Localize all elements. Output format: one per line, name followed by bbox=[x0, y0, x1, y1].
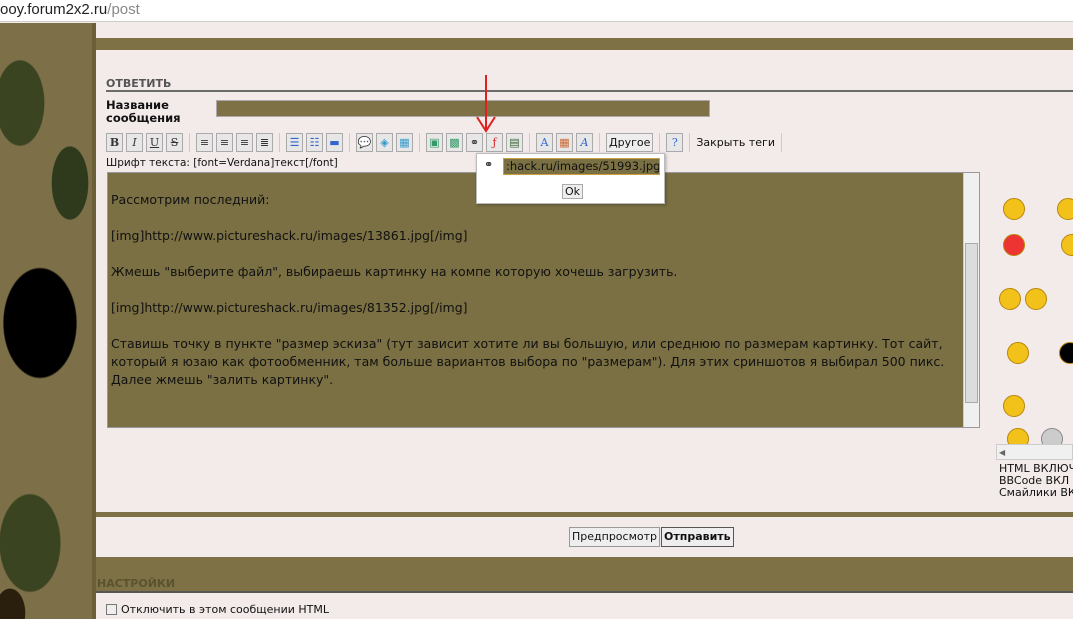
disable-html-label: Отключить в этом сообщении HTML bbox=[121, 603, 330, 616]
quote-icon[interactable]: 💬 bbox=[356, 133, 373, 152]
separator bbox=[419, 133, 420, 152]
divider bbox=[106, 90, 1073, 92]
numbered-list-button[interactable]: ☷ bbox=[306, 133, 323, 152]
smiley-nurse-icon[interactable] bbox=[1003, 198, 1025, 220]
title-label: Название сообщения bbox=[106, 99, 181, 125]
panel-border bbox=[92, 23, 96, 619]
hr-button[interactable]: ▬ bbox=[326, 133, 343, 152]
upload-image-icon[interactable]: ▣ bbox=[426, 133, 443, 152]
red-arrow-annotation bbox=[476, 75, 496, 133]
separator bbox=[189, 133, 190, 152]
smilies-panel bbox=[995, 190, 1073, 450]
bold-button[interactable]: B bbox=[106, 133, 123, 152]
divider-band bbox=[96, 512, 1073, 517]
code-icon[interactable]: ◈ bbox=[376, 133, 393, 152]
url-path: /post bbox=[107, 1, 140, 18]
title-input[interactable] bbox=[216, 100, 710, 117]
status-info: HTML ВКЛЮЧ BBCode ВКЛ Смайлики ВК bbox=[999, 463, 1073, 499]
disable-html-option[interactable]: Отключить в этом сообщении HTML bbox=[106, 603, 329, 616]
address-bar[interactable]: ooy.forum2x2.ru/post bbox=[0, 0, 1073, 22]
align-center-button[interactable]: ≡ bbox=[216, 133, 233, 152]
ok-button[interactable]: Ok bbox=[562, 184, 584, 199]
scroll-left-icon[interactable]: ◀ bbox=[997, 448, 1005, 457]
editor-line: Ставишь точку в пункте "размер эскиза" (… bbox=[111, 336, 945, 387]
smiley-pair-icon[interactable] bbox=[999, 288, 1021, 310]
title-label-line2: сообщения bbox=[106, 111, 181, 125]
smiley-jester-icon[interactable] bbox=[1003, 234, 1025, 256]
header-band bbox=[96, 38, 1073, 50]
submit-button[interactable]: Отправить bbox=[661, 527, 734, 547]
other-button[interactable]: Другое bbox=[606, 133, 654, 152]
image-url-input[interactable]: :hack.ru/images/51993.jpg bbox=[503, 158, 660, 175]
reply-section-title: ОТВЕТИТЬ bbox=[106, 77, 172, 90]
settings-band bbox=[96, 557, 1073, 592]
separator bbox=[529, 133, 530, 152]
checkbox[interactable] bbox=[106, 604, 117, 615]
divider bbox=[96, 591, 1073, 593]
help-icon[interactable]: ? bbox=[666, 133, 684, 152]
separator bbox=[689, 133, 691, 152]
editor-line: Жмешь "выберите файл", выбираешь картинк… bbox=[111, 264, 678, 279]
smilies-status: Смайлики ВК bbox=[999, 486, 1073, 499]
smiley-icon[interactable] bbox=[1061, 234, 1073, 256]
font-size-icon[interactable]: A bbox=[536, 133, 553, 152]
align-left-button[interactable]: ≡ bbox=[196, 133, 213, 152]
image-url-popup: ⚭ :hack.ru/images/51993.jpg Ok bbox=[476, 153, 665, 204]
preview-button[interactable]: Предпросмотр bbox=[569, 527, 660, 547]
italic-button[interactable]: I bbox=[126, 133, 143, 152]
link-icon: ⚭ bbox=[484, 158, 494, 171]
separator bbox=[599, 133, 600, 152]
url-host: ooy.forum2x2.ru bbox=[0, 1, 108, 18]
flash-icon[interactable]: ƒ bbox=[486, 133, 503, 152]
scrollbar-thumb[interactable] bbox=[965, 243, 978, 403]
separator bbox=[279, 133, 280, 152]
color-icon[interactable]: ▦ bbox=[556, 133, 573, 152]
settings-section-title: НАСТРОЙКИ bbox=[97, 577, 176, 590]
textarea-scrollbar[interactable] bbox=[963, 173, 979, 427]
image-icon[interactable]: ▩ bbox=[446, 133, 463, 152]
smiley-icon[interactable] bbox=[1059, 342, 1073, 364]
underline-button[interactable]: U bbox=[146, 133, 163, 152]
separator bbox=[659, 133, 661, 152]
align-right-button[interactable]: ≡ bbox=[236, 133, 253, 152]
smiley-pirate-icon[interactable] bbox=[1003, 395, 1025, 417]
smiley-pair-icon[interactable] bbox=[1025, 288, 1047, 310]
editor-line: [img]http://www.pictureshack.ru/images/8… bbox=[111, 300, 468, 315]
table-icon[interactable]: ▦ bbox=[396, 133, 413, 152]
smiley-king-icon[interactable] bbox=[1057, 198, 1073, 220]
strike-button[interactable]: S bbox=[166, 133, 183, 152]
close-tags-button[interactable]: Закрыть теги bbox=[696, 136, 775, 149]
separator bbox=[349, 133, 350, 152]
editor-toolbar: B I U S ≡ ≡ ≡ ≣ ☰ ☷ ▬ 💬 ◈ ▦ ▣ ▩ ⚭ ƒ ▤ A … bbox=[106, 132, 785, 153]
smilies-scrollbar[interactable]: ◀ bbox=[996, 444, 1073, 460]
video-icon[interactable]: ▤ bbox=[506, 133, 523, 152]
message-textarea[interactable]: Рассмотрим последний: [img]http://www.pi… bbox=[107, 172, 980, 428]
align-justify-button[interactable]: ≣ bbox=[256, 133, 273, 152]
link-icon[interactable]: ⚭ bbox=[466, 133, 483, 152]
camouflage-background bbox=[0, 23, 92, 619]
editor-line: [img]http://www.pictureshack.ru/images/1… bbox=[111, 228, 468, 243]
smiley-gun-icon[interactable] bbox=[1007, 342, 1029, 364]
font-hint: Шрифт текста: [font=Verdana]текст[/font] bbox=[106, 157, 338, 169]
font-face-icon[interactable]: A bbox=[576, 133, 593, 152]
separator bbox=[780, 133, 782, 152]
bullet-list-button[interactable]: ☰ bbox=[286, 133, 303, 152]
